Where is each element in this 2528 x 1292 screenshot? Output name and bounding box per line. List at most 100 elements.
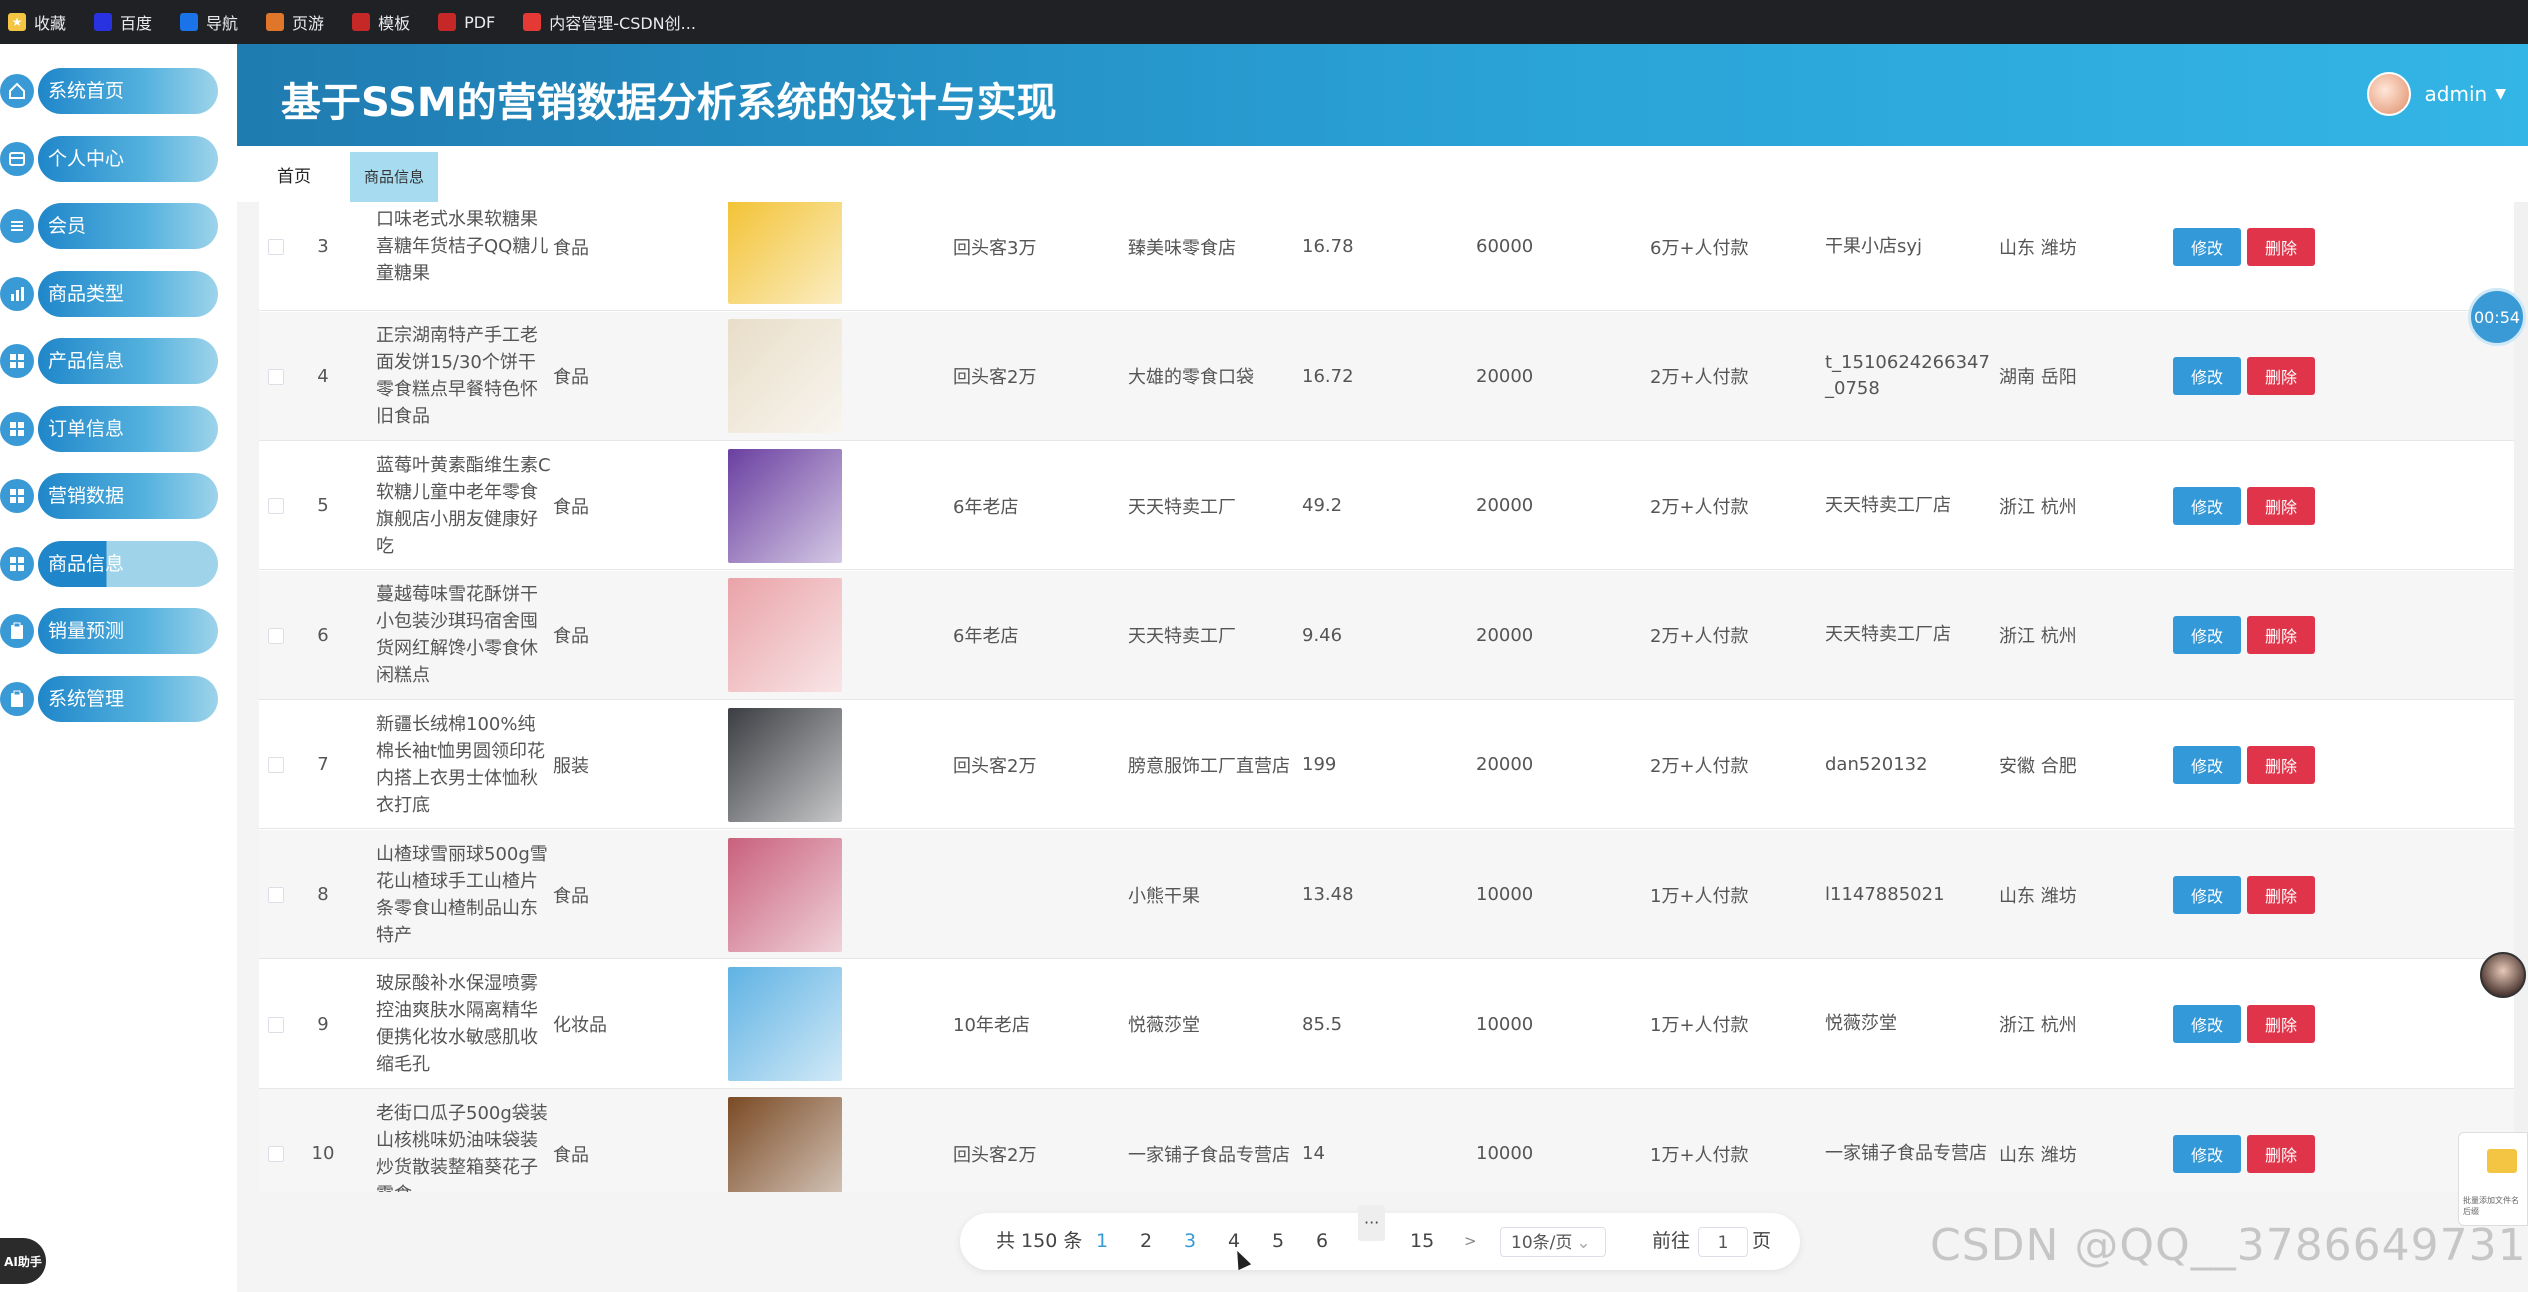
row-checkbox[interactable] — [268, 757, 284, 774]
file-rename-widget[interactable]: 批量添加文件名后缀 — [2458, 1132, 2528, 1226]
delete-button[interactable]: 删除 — [2247, 357, 2315, 396]
store-name: 天天特卖工厂 — [1128, 496, 1236, 518]
location: 浙江 杭州 — [1999, 626, 2077, 648]
row-actions: 修改 删除 — [2173, 960, 2343, 1089]
sidebar-item[interactable]: 商品信息 — [0, 540, 220, 587]
page-2[interactable]: 2 — [1140, 1213, 1152, 1270]
assistant-avatar-icon[interactable] — [2480, 952, 2526, 998]
page-3[interactable]: 3 — [1184, 1213, 1196, 1270]
product-image-cell — [728, 1089, 842, 1192]
scrollbar[interactable] — [2514, 202, 2528, 1192]
delete-button[interactable]: 删除 — [2247, 1005, 2315, 1044]
sidebar-item[interactable]: 订单信息 — [0, 405, 220, 452]
page-15[interactable]: 15 — [1410, 1213, 1434, 1270]
shop-tag: 6年老店 — [953, 626, 1019, 648]
shop-tag: 回头客2万 — [953, 367, 1037, 389]
product-image-cell — [728, 700, 842, 829]
delete-button[interactable]: 删除 — [2247, 1134, 2315, 1173]
product-type: 食品 — [553, 237, 589, 259]
bookmark-item[interactable]: 百度 — [94, 10, 152, 34]
username[interactable]: admin — [2425, 82, 2488, 106]
delete-button[interactable]: 删除 — [2247, 875, 2315, 914]
product-table: 3 口味老式水果软糖果喜糖年货桔子QQ糖儿童糖果 食品 回头客3万 臻美味零食店 16.7… — [259, 202, 2528, 1192]
table-row: 8 山楂球雪丽球500g雪花山楂球手工山楂片条零食山楂制品山东特产 食品 小熊干果 13… — [259, 830, 2528, 959]
user-menu[interactable]: admin ▼ — [2366, 72, 2506, 116]
edit-button[interactable]: 修改 — [2173, 745, 2241, 784]
sidebar: 系统首页个人中心会员商品类型产品信息订单信息营销数据商品信息销量预测系统管理 — [0, 44, 237, 1292]
sidebar-item-label: 销量预测 — [38, 608, 218, 654]
sidebar-item[interactable]: 销量预测 — [0, 608, 220, 654]
more-pages-icon[interactable]: ··· — [1358, 1205, 1386, 1241]
product-image — [728, 578, 842, 693]
page-5[interactable]: 5 — [1272, 1213, 1284, 1270]
edit-button[interactable]: 修改 — [2173, 486, 2241, 525]
bookmark-label: 导航 — [206, 14, 239, 33]
row-checkbox[interactable] — [268, 1016, 284, 1033]
sidebar-item[interactable]: 会员 — [0, 203, 220, 249]
delete-button[interactable]: 删除 — [2247, 745, 2315, 784]
product-type: 食品 — [553, 496, 589, 518]
sidebar-item[interactable]: 个人中心 — [0, 135, 220, 182]
chevron-down-icon[interactable]: ▼ — [2495, 86, 2506, 102]
bookmark-item[interactable]: 导航 — [180, 10, 238, 34]
bookmark-item[interactable]: 内容管理-CSDN创... — [523, 10, 696, 34]
timer-badge[interactable]: 00:54 — [2468, 288, 2526, 346]
product-name: 正宗湖南特产手工老面发饼15/30个饼干零食糕点早餐特色怀旧食品 — [376, 325, 538, 428]
page-1[interactable]: 1 — [1096, 1213, 1108, 1270]
product-stock: 20000 — [1476, 365, 1534, 387]
edit-button[interactable]: 修改 — [2173, 875, 2241, 914]
product-image-cell — [728, 571, 842, 700]
edit-button[interactable]: 修改 — [2173, 616, 2241, 655]
seller-name: dan520132 — [1825, 753, 1928, 775]
product-image — [728, 837, 842, 952]
edit-button[interactable]: 修改 — [2173, 357, 2241, 396]
tab-home[interactable]: 首页 — [263, 152, 325, 202]
row-checkbox[interactable] — [268, 498, 284, 515]
game-icon — [266, 13, 285, 31]
table-row: 5 蓝莓叶黄素酯维生素C软糖儿童中老年零食旗舰店小朋友健康好吃 食品 6年老店 天天特卖… — [259, 441, 2528, 571]
product-type: 食品 — [553, 367, 589, 389]
product-name: 蔓越莓味雪花酥饼干小包装沙琪玛宿舍囤货网红解馋小零食休闲糕点 — [376, 584, 538, 687]
tab-product-info[interactable]: 商品信息 — [350, 152, 439, 202]
sidebar-item[interactable]: 商品类型 — [0, 270, 220, 317]
bookmark-item[interactable]: 页游 — [266, 10, 324, 34]
delete-button[interactable]: 删除 — [2247, 227, 2315, 266]
sidebar-item[interactable]: 系统管理 — [0, 675, 220, 722]
product-price: 13.48 — [1302, 884, 1354, 905]
shop-tag: 回头客2万 — [953, 1144, 1037, 1166]
page-6[interactable]: 6 — [1316, 1213, 1328, 1270]
product-image-cell — [728, 312, 842, 441]
goto-page-input[interactable]: 1 — [1698, 1227, 1748, 1257]
edit-button[interactable]: 修改 — [2173, 227, 2241, 266]
page-size-select[interactable]: 10条/页 ⌄ — [1500, 1227, 1606, 1257]
store-name: 大雄的零食口袋 — [1128, 367, 1254, 389]
ai-assistant-button[interactable]: AI助手 — [0, 1238, 46, 1284]
edit-button[interactable]: 修改 — [2173, 1005, 2241, 1044]
row-checkbox[interactable] — [268, 1146, 284, 1163]
sidebar-item-label: 产品信息 — [38, 338, 218, 384]
pay-count: 1万+人付款 — [1650, 1015, 1749, 1037]
edit-button[interactable]: 修改 — [2173, 1134, 2241, 1173]
store-name: 膀意服饰工厂直营店 — [1128, 755, 1290, 777]
store-name: 天天特卖工厂 — [1128, 626, 1236, 648]
row-checkbox[interactable] — [268, 368, 284, 385]
bookmark-item[interactable]: PDF — [438, 13, 495, 32]
product-price: 199 — [1302, 754, 1337, 776]
row-checkbox[interactable] — [268, 239, 284, 255]
delete-button[interactable]: 删除 — [2247, 616, 2315, 655]
sidebar-item[interactable]: 系统首页 — [0, 68, 220, 114]
bookmark-item[interactable]: ★ 收藏 — [8, 10, 66, 34]
row-actions: 修改 删除 — [2173, 571, 2343, 700]
row-checkbox[interactable] — [268, 887, 284, 903]
sidebar-item[interactable]: 产品信息 — [0, 338, 220, 384]
avatar[interactable] — [2366, 72, 2411, 116]
store-name: 小熊干果 — [1128, 885, 1200, 907]
next-page-icon[interactable]: > — [1464, 1213, 1477, 1270]
row-checkbox[interactable] — [268, 627, 284, 644]
delete-button[interactable]: 删除 — [2247, 486, 2315, 525]
home-icon — [0, 74, 34, 108]
row-index: 8 — [317, 884, 329, 905]
product-image-cell — [728, 441, 842, 570]
bookmark-item[interactable]: 模板 — [352, 10, 410, 34]
sidebar-item[interactable]: 营销数据 — [0, 473, 220, 519]
